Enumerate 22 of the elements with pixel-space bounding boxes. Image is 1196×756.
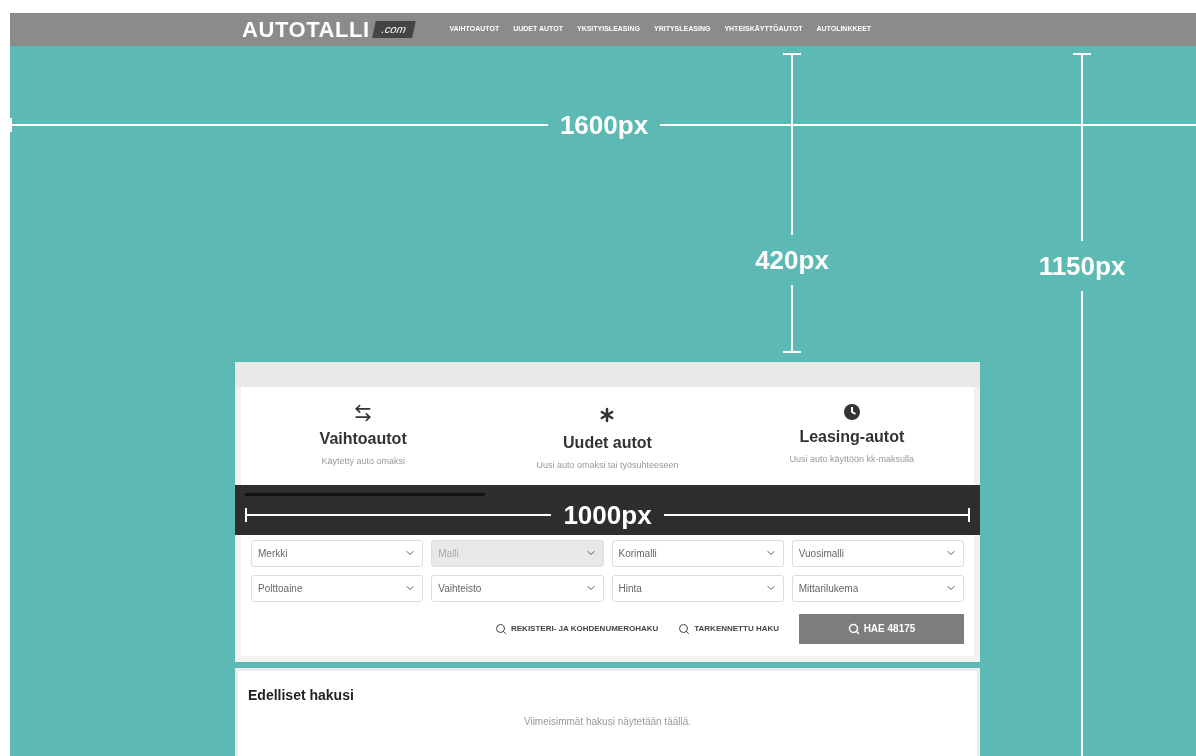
category-tab[interactable]: Leasing-autot Uusi auto käyttöön kk-maksulla bbox=[729, 403, 974, 473]
search-icon bbox=[495, 622, 507, 635]
search-link[interactable]: TARKENNETTU HAKU bbox=[678, 622, 779, 635]
clock-icon bbox=[842, 403, 861, 421]
site-logo[interactable]: AUTOTALLI bbox=[242, 13, 370, 46]
filter-dropdown[interactable]: Korimalli bbox=[611, 539, 784, 567]
search-icon bbox=[847, 622, 860, 635]
filter-dropdown[interactable]: Vaihteisto bbox=[431, 574, 604, 602]
filter-dropdown[interactable]: Vuosimalli bbox=[791, 539, 964, 567]
empty-message: Viimeisimmät hakusi näytetään täällä. bbox=[522, 714, 693, 729]
filter-dropdown[interactable]: Hinta bbox=[611, 574, 784, 602]
width-measurement: 1000px bbox=[245, 501, 970, 528]
search-button[interactable]: HAE 48175 bbox=[799, 613, 964, 644]
filter-dropdown[interactable]: Mittarilukema bbox=[791, 574, 964, 602]
category-tab[interactable]: Vaihtoautot Käytetty auto omaksi bbox=[241, 403, 486, 473]
search-icon bbox=[678, 622, 691, 635]
filter-dropdown[interactable]: Polttoaine bbox=[251, 574, 424, 602]
category-tab[interactable]: Uudet autot Uusi auto omaksi tai työsuhteeseen bbox=[485, 403, 730, 473]
search-link[interactable]: REKISTERI- JA KOHDENUMEROHAKU bbox=[495, 622, 659, 635]
logo-badge: .com bbox=[371, 21, 416, 38]
filter-dropdown[interactable]: Merkki bbox=[251, 539, 424, 567]
section-title: Edelliset hakusi bbox=[248, 685, 355, 705]
